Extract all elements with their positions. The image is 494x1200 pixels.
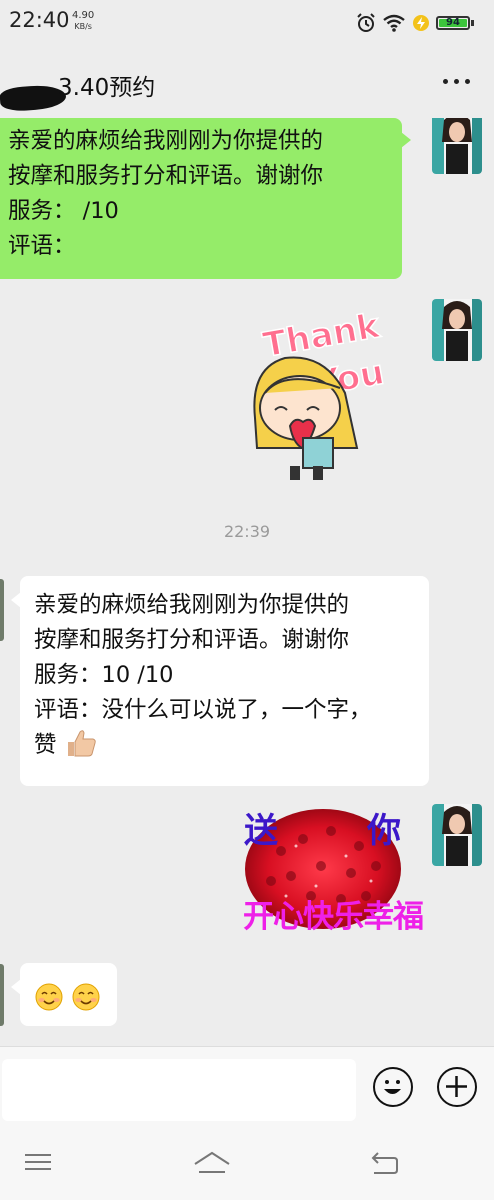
received-message-bubble[interactable]: 亲爱的麻烦给我刚刚为你提供的 按摩和服务打分和评语。谢谢你 服务：10 /10 … xyxy=(11,576,429,786)
my-avatar[interactable] xyxy=(432,118,482,174)
more-dot-icon xyxy=(465,79,470,84)
back-nav-button[interactable] xyxy=(368,1150,408,1180)
message-line: 服务：10 /10 xyxy=(34,662,174,688)
thank-you-sticker[interactable]: Thank You xyxy=(245,298,395,483)
contact-avatar[interactable] xyxy=(0,964,4,1026)
chat-area[interactable]: 亲爱的麻烦给我刚刚为你提供的 按摩和服务打分和评语。谢谢你 服务： /10 评语… xyxy=(0,118,494,1046)
status-time: 22:40 xyxy=(9,8,70,32)
menu-button[interactable] xyxy=(22,1150,62,1180)
message-line: 评语：没什么可以说了，一个字， xyxy=(34,697,372,723)
status-bar: 22:40 4.90 KB/s 94 xyxy=(0,0,494,44)
avatar-photo xyxy=(432,118,482,174)
more-features-button[interactable] xyxy=(437,1067,477,1107)
flower-sticker[interactable]: 送 你 开心快乐幸福 xyxy=(241,801,424,935)
battery-tip xyxy=(471,20,474,26)
message-line: 评语： xyxy=(8,233,76,259)
avatar-photo xyxy=(432,299,482,361)
plus-icon xyxy=(446,1076,467,1097)
my-avatar[interactable] xyxy=(432,804,482,866)
charging-icon xyxy=(413,15,429,31)
smiling-face-icon xyxy=(35,983,63,1010)
more-dot-icon xyxy=(454,79,459,84)
back-icon xyxy=(371,1152,398,1174)
status-icons: 94 xyxy=(356,12,474,34)
chat-title: 3.40预约 xyxy=(58,75,156,101)
my-avatar[interactable] xyxy=(432,299,482,361)
received-emoji-bubble[interactable] xyxy=(11,963,117,1026)
avatar-photo xyxy=(432,804,482,866)
message-line-text: 赞 xyxy=(34,732,57,758)
more-dot-icon xyxy=(443,79,448,84)
network-speed: 4.90 KB/s xyxy=(72,10,94,32)
wifi-icon xyxy=(383,14,405,32)
sticker-text-blessing: 开心快乐幸福 xyxy=(243,899,424,935)
message-line: 服务： /10 xyxy=(8,198,119,224)
message-input[interactable] xyxy=(2,1059,356,1121)
home-button[interactable] xyxy=(192,1150,232,1180)
menu-icon xyxy=(25,1154,51,1170)
message-line: 亲爱的麻烦给我刚刚为你提供的 xyxy=(8,128,324,154)
sticker-text-ni: 你 xyxy=(367,811,401,851)
message-line: 按摩和服务打分和评语。谢谢你 xyxy=(8,163,324,189)
sent-message-bubble[interactable]: 亲爱的麻烦给我刚刚为你提供的 按摩和服务打分和评语。谢谢你 服务： /10 评语… xyxy=(0,118,411,279)
sticker-text-song: 送 xyxy=(244,811,278,851)
message-line: 亲爱的麻烦给我刚刚为你提供的 xyxy=(34,592,350,618)
message-line: 按摩和服务打分和评语。谢谢你 xyxy=(34,627,350,653)
battery-level: 94 xyxy=(446,17,460,28)
chat-header: 3.40预约 xyxy=(0,50,494,114)
network-speed-value: 4.90 xyxy=(72,10,95,21)
input-bar xyxy=(0,1046,494,1127)
system-nav-bar xyxy=(0,1126,494,1200)
thumbs-up-icon xyxy=(67,730,96,757)
contact-avatar[interactable] xyxy=(0,579,4,641)
message-timestamp: 22:39 xyxy=(223,522,271,541)
home-icon xyxy=(194,1151,230,1173)
redaction-scribble xyxy=(0,83,67,113)
message-line: 赞 xyxy=(34,728,419,763)
alarm-icon xyxy=(357,13,375,32)
emoji-button[interactable] xyxy=(373,1067,413,1107)
more-options-button[interactable] xyxy=(443,79,470,84)
smiling-face-icon xyxy=(72,983,100,1010)
battery-icon: 94 xyxy=(436,16,470,30)
network-speed-unit: KB/s xyxy=(74,22,92,31)
emoji-icon xyxy=(384,1080,401,1094)
